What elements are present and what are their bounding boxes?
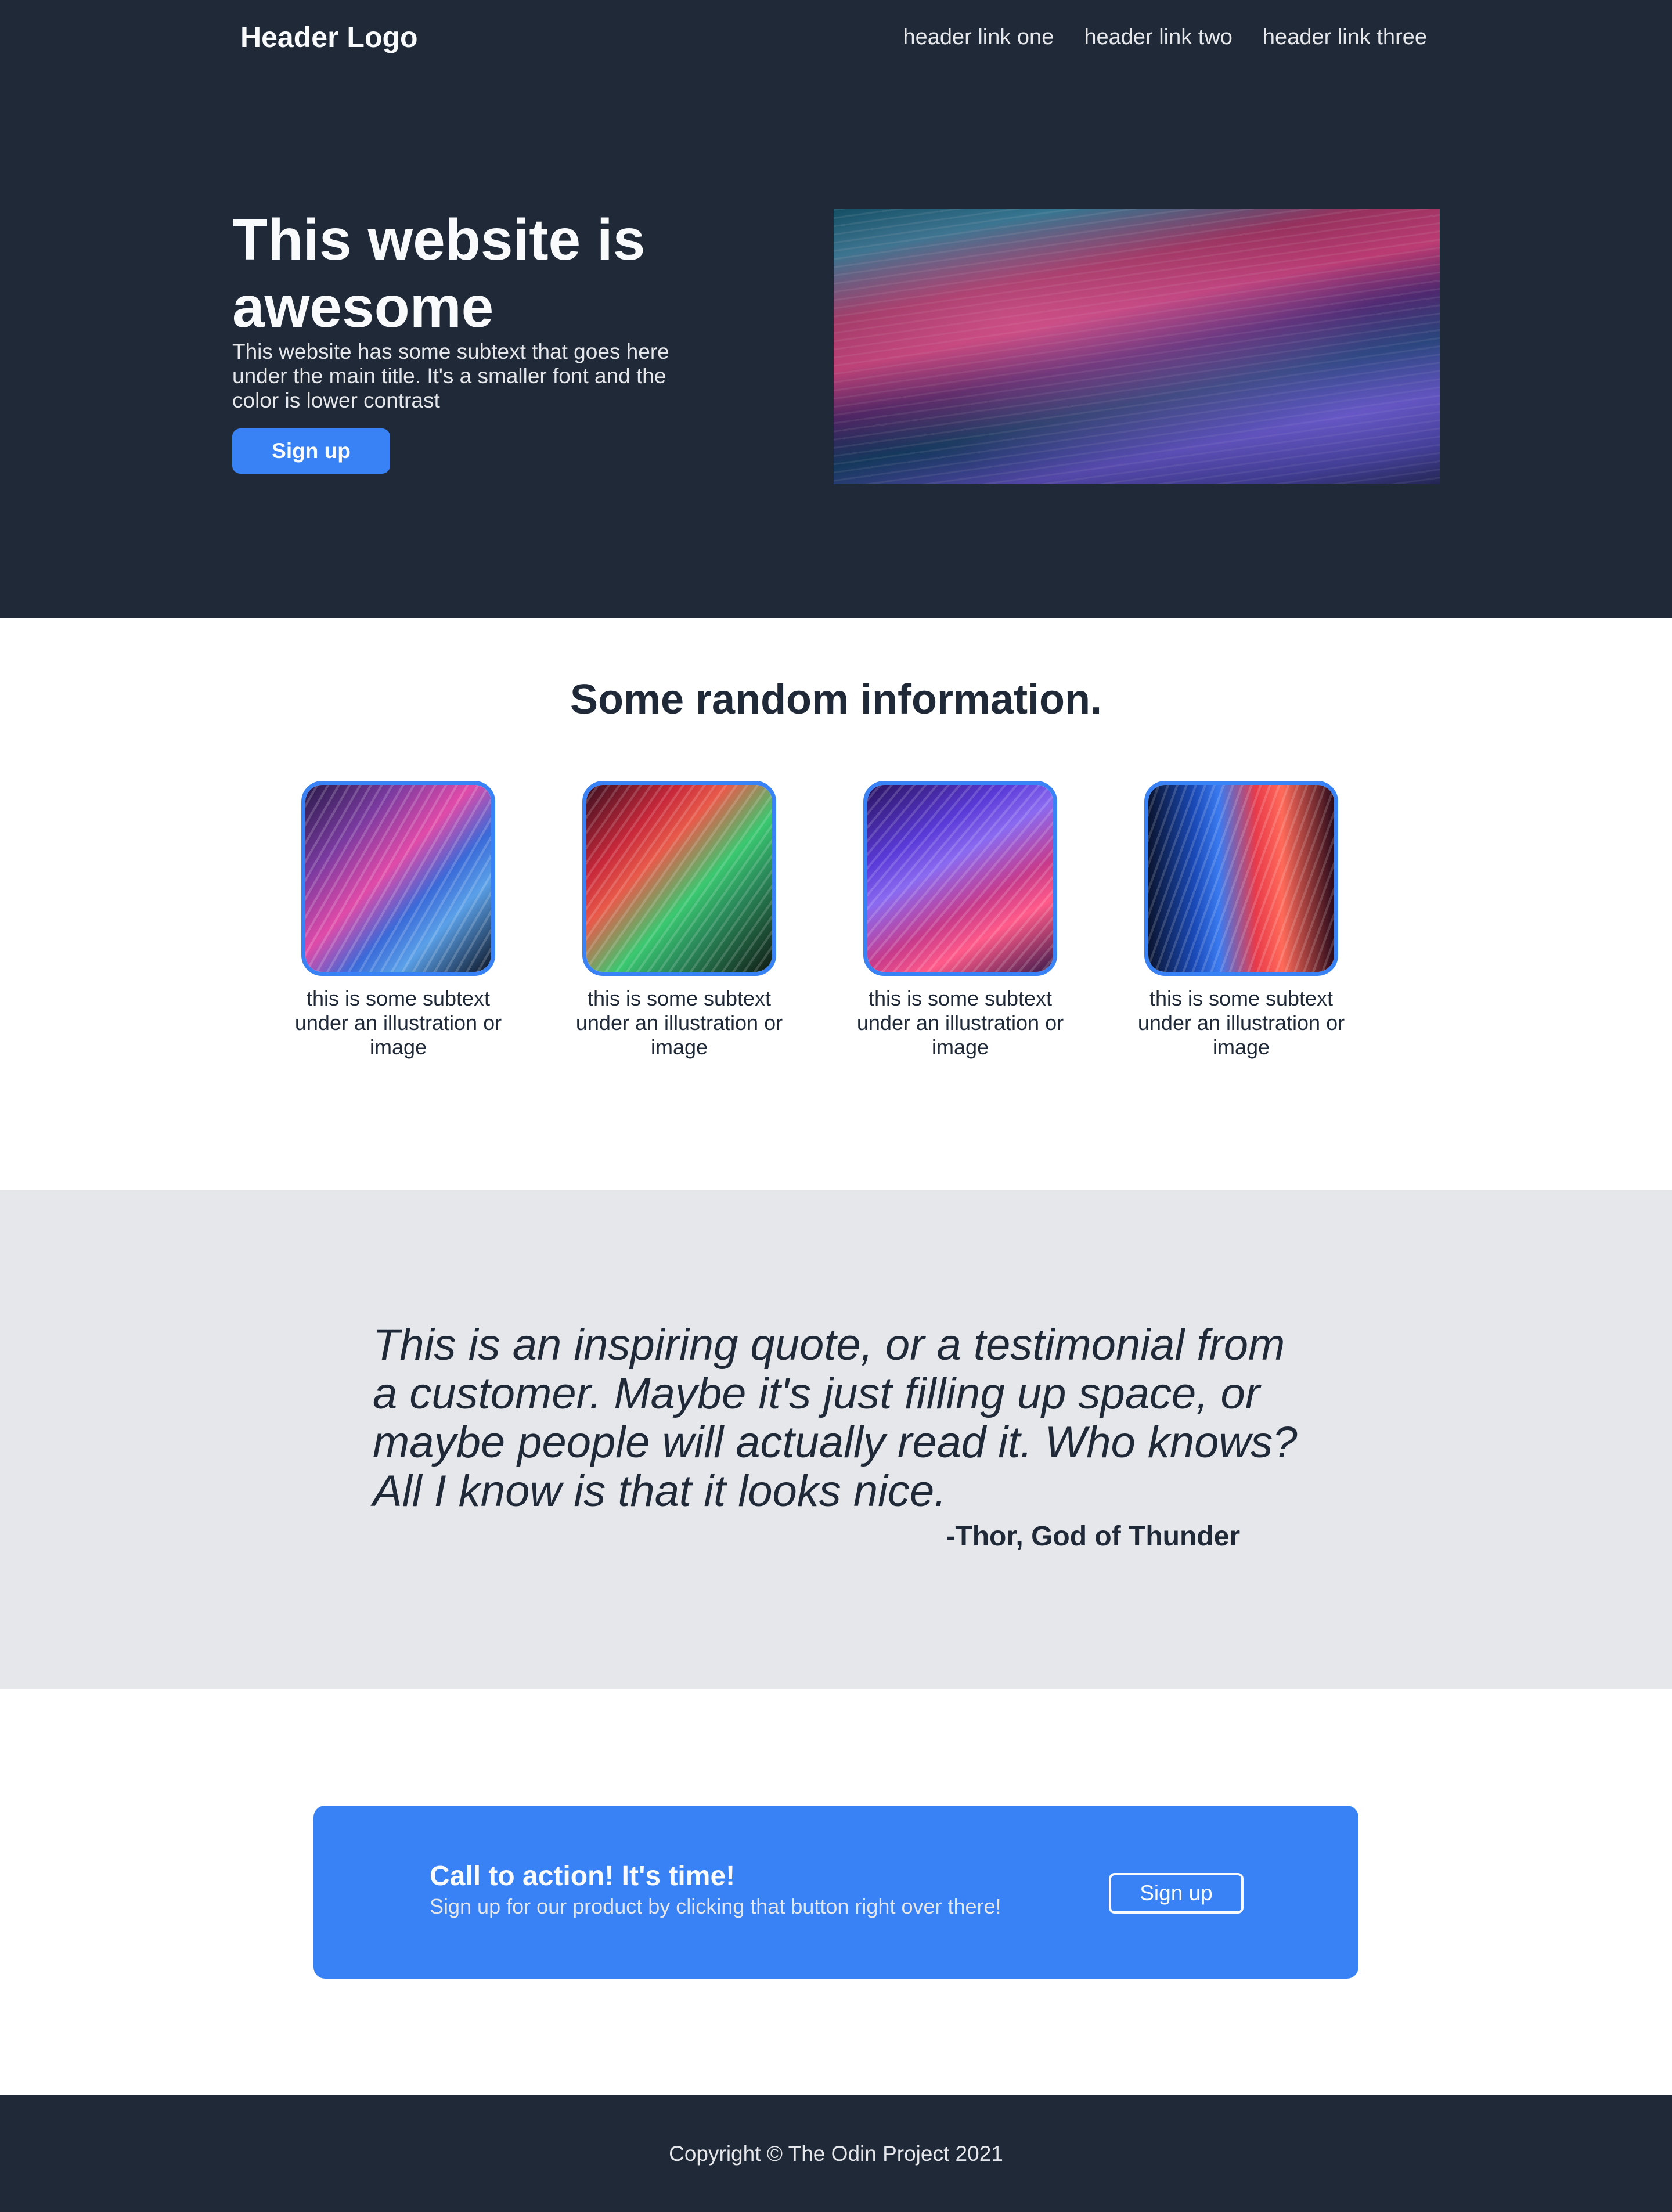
cta-subtext: Sign up for our product by clicking that… (430, 1894, 1001, 1918)
cta-box: Call to action! It's time! Sign up for o… (314, 1806, 1358, 1979)
hero-signup-button[interactable]: Sign up (232, 428, 390, 474)
header-link-three[interactable]: header link three (1263, 20, 1427, 55)
header-link-one[interactable]: header link one (903, 20, 1054, 55)
card-image (301, 781, 495, 976)
card-text: this is some subtext under an illustrati… (294, 986, 502, 1059)
cta-title: Call to action! It's time! (430, 1861, 736, 1892)
card-image-art (867, 785, 1053, 972)
info-cards: this is some subtext under an illustrati… (295, 781, 1345, 1060)
hero-title: This website is awesome (232, 207, 646, 340)
info-card: this is some subtext under an illustrati… (295, 781, 502, 1060)
header-link-two[interactable]: header link two (1084, 20, 1233, 55)
cta-signup-button[interactable]: Sign up (1109, 1873, 1244, 1914)
card-image-art (1148, 785, 1334, 972)
hero-image (834, 209, 1440, 484)
card-text: this is some subtext under an illustrati… (575, 986, 783, 1059)
header-nav: header link one header link two header l… (903, 20, 1427, 55)
info-card: this is some subtext under an illustrati… (857, 781, 1064, 1060)
card-image (582, 781, 776, 976)
card-text: this is some subtext under an illustrati… (1137, 986, 1345, 1059)
footer: Copyright © The Odin Project 2021 (0, 2095, 1672, 2212)
card-image-art (305, 785, 491, 972)
header-logo[interactable]: Header Logo (240, 16, 418, 58)
hero-subtext: This website has some subtext that goes … (232, 340, 669, 412)
info-card: this is some subtext under an illustrati… (1138, 781, 1345, 1060)
info-title: Some random information. (570, 676, 1102, 723)
quote-author: -Thor, God of Thunder (946, 1521, 1240, 1552)
card-text: this is some subtext under an illustrati… (856, 986, 1064, 1059)
card-image-art (586, 785, 772, 972)
card-image (863, 781, 1057, 976)
quote-text: This is an inspiring quote, or a testimo… (373, 1320, 1298, 1516)
card-image (1144, 781, 1338, 976)
footer-copyright: Copyright © The Odin Project 2021 (669, 2142, 1003, 2166)
hero-section: Header Logo header link one header link … (0, 0, 1672, 618)
info-card: this is some subtext under an illustrati… (576, 781, 783, 1060)
